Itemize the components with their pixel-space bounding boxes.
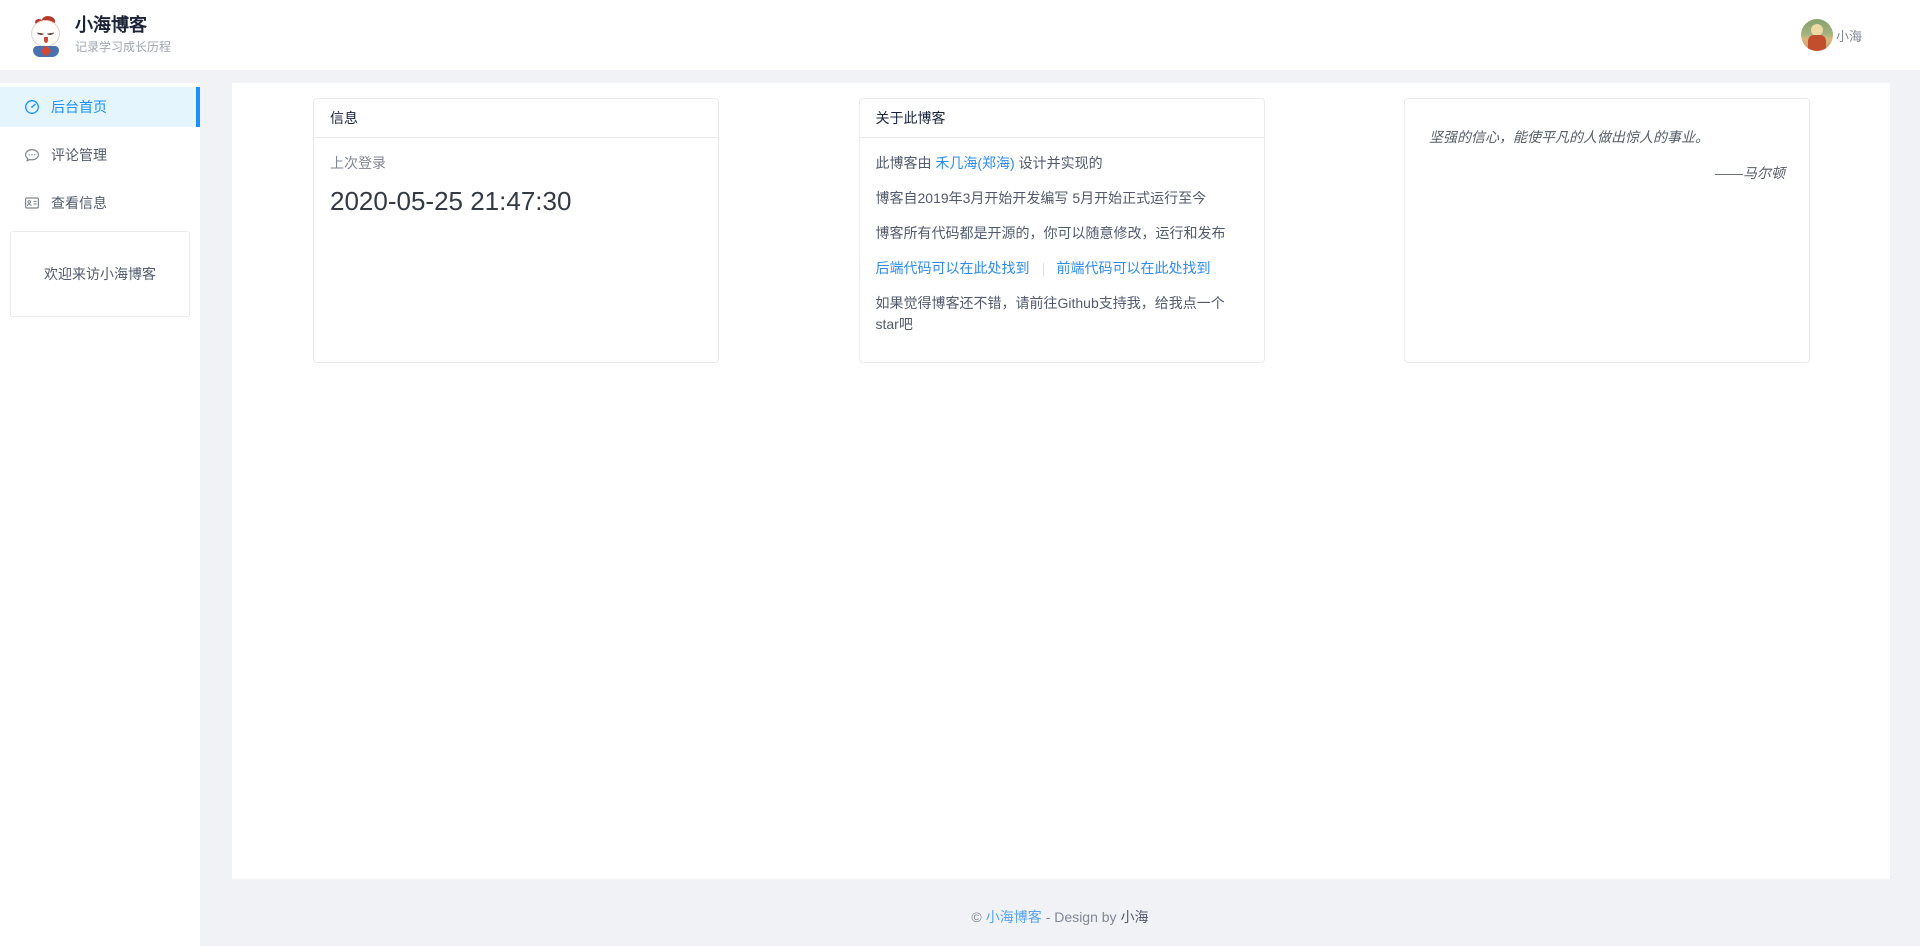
sidebar-item-label: 后台首页 bbox=[51, 97, 107, 117]
cards-row: 信息 上次登录 2020-05-25 21:47:30 关于此博客 此博客由 禾… bbox=[232, 83, 1890, 363]
info-card: 信息 上次登录 2020-05-25 21:47:30 bbox=[313, 98, 719, 363]
about-code-links: 后端代码可以在此处找到 前端代码可以在此处找到 bbox=[876, 258, 1248, 279]
sidebar-item-comments[interactable]: 评论管理 bbox=[0, 135, 200, 175]
about-card-title: 关于此博客 bbox=[860, 99, 1264, 138]
last-login-value: 2020-05-25 21:47:30 bbox=[330, 182, 702, 221]
quote-card: 坚强的信心，能使平凡的人做出惊人的事业。 ——马尔顿 bbox=[1404, 98, 1810, 363]
info-card-body: 上次登录 2020-05-25 21:47:30 bbox=[314, 138, 718, 236]
footer-author: 小海 bbox=[1121, 909, 1149, 925]
sidebar-item-label: 查看信息 bbox=[51, 193, 107, 213]
page-footer: © 小海博客- Design by小海 bbox=[200, 879, 1920, 946]
quote-text: 坚强的信心，能使平凡的人做出惊人的事业。 bbox=[1429, 127, 1785, 147]
sidebar-nav: 后台首页 评论管理 查看信息 bbox=[0, 87, 200, 223]
about-card-body: 此博客由 禾几海(郑海) 设计并实现的 博客自2019年3月开始开发编写 5月开… bbox=[860, 138, 1264, 364]
footer-site-link[interactable]: 小海博客 bbox=[986, 909, 1042, 925]
sidebar-item-label: 评论管理 bbox=[51, 145, 107, 165]
quote-author: ——马尔顿 bbox=[1429, 163, 1785, 183]
comments-icon bbox=[24, 147, 40, 163]
sidebar-item-dashboard[interactable]: 后台首页 bbox=[0, 87, 200, 127]
site-title: 小海博客 bbox=[75, 15, 171, 36]
dashboard-icon bbox=[24, 99, 40, 115]
brand[interactable]: 小海博客 记录学习成长历程 bbox=[26, 13, 171, 57]
id-card-icon bbox=[24, 195, 40, 211]
author-link[interactable]: 禾几海(郑海) bbox=[935, 155, 1014, 171]
sidebar-item-view-info[interactable]: 查看信息 bbox=[0, 183, 200, 223]
main-content: 信息 上次登录 2020-05-25 21:47:30 关于此博客 此博客由 禾… bbox=[232, 83, 1890, 879]
welcome-text: 欢迎来访小海博客 bbox=[44, 264, 156, 284]
site-logo-icon bbox=[26, 13, 66, 57]
quote-card-body: 坚强的信心，能使平凡的人做出惊人的事业。 ——马尔顿 bbox=[1405, 99, 1809, 211]
about-line-opensource: 博客所有代码都是开源的，你可以随意修改，运行和发布 bbox=[876, 223, 1248, 244]
about-line-author: 此博客由 禾几海(郑海) 设计并实现的 bbox=[876, 153, 1248, 174]
vertical-divider bbox=[1043, 263, 1044, 276]
copyright-symbol: © bbox=[971, 909, 981, 925]
info-card-title: 信息 bbox=[314, 99, 718, 138]
about-line-star: 如果觉得博客还不错，请前往Github支持我，给我点一个star吧 bbox=[876, 293, 1248, 335]
user-avatar bbox=[1801, 19, 1833, 51]
about-line-history: 博客自2019年3月开始开发编写 5月开始正式运行至今 bbox=[876, 188, 1248, 209]
footer-design-by: - Design by bbox=[1046, 909, 1117, 925]
last-login-label: 上次登录 bbox=[330, 153, 702, 174]
username: 小海 bbox=[1836, 26, 1862, 45]
backend-code-link[interactable]: 后端代码可以在此处找到 bbox=[876, 260, 1030, 276]
sidebar: 后台首页 评论管理 查看信息 bbox=[0, 83, 200, 946]
site-subtitle: 记录学习成长历程 bbox=[75, 38, 171, 55]
frontend-code-link[interactable]: 前端代码可以在此处找到 bbox=[1057, 260, 1211, 276]
app-header: 小海博客 记录学习成长历程 小海 bbox=[0, 0, 1920, 70]
about-card: 关于此博客 此博客由 禾几海(郑海) 设计并实现的 博客自2019年3月开始开发… bbox=[859, 98, 1265, 363]
user-menu[interactable]: 小海 bbox=[1801, 19, 1862, 51]
welcome-box: 欢迎来访小海博客 bbox=[10, 231, 190, 317]
brand-text: 小海博客 记录学习成长历程 bbox=[75, 15, 171, 56]
